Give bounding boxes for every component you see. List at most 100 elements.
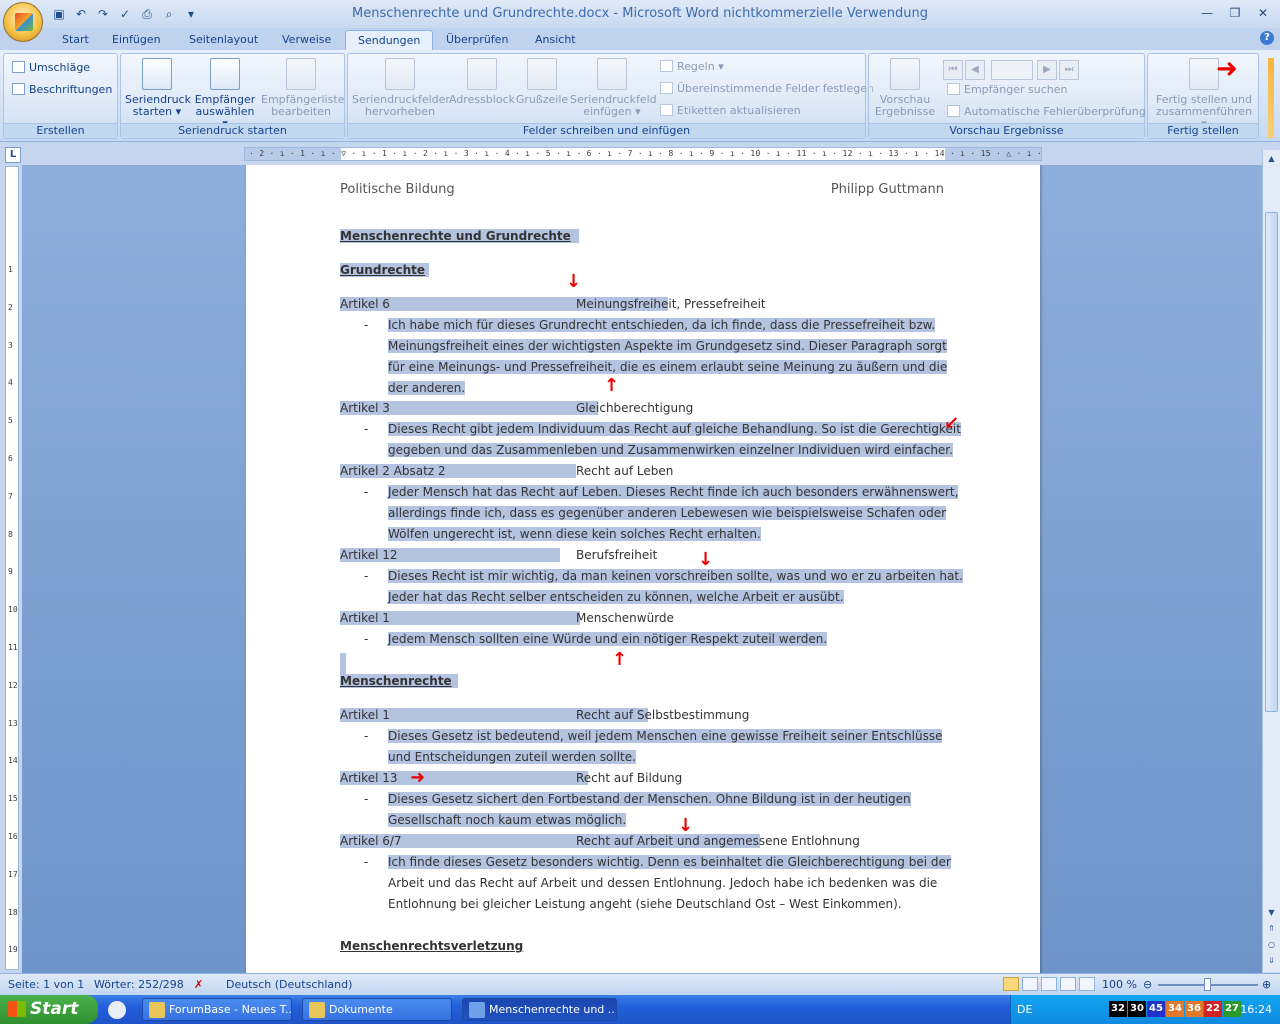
previous-record-button[interactable]: ◀ bbox=[965, 60, 985, 80]
zoom-slider-knob[interactable] bbox=[1204, 978, 1211, 991]
tab-ansicht[interactable]: Ansicht bbox=[523, 30, 588, 50]
fertig-stellen-button[interactable]: Fertig stellen und zusammenführen ▾ bbox=[1152, 58, 1256, 130]
zoom-in-icon[interactable]: ⊕ bbox=[1262, 978, 1271, 991]
zoom-level[interactable]: 100 % bbox=[1102, 978, 1137, 991]
article-heading: Artikel 6 Meinungsfreiheit, Pressefreihei… bbox=[340, 297, 766, 311]
last-record-button[interactable]: ⏭ bbox=[1059, 60, 1079, 80]
first-record-button[interactable]: ⏮ bbox=[943, 60, 963, 80]
vertical-ruler-mark: 1 bbox=[8, 265, 13, 274]
tray-counter[interactable]: 32 bbox=[1109, 1001, 1127, 1017]
insert-field-icon bbox=[597, 58, 627, 90]
taskbar-item-forumbase[interactable]: ForumBase - Neues T... bbox=[142, 998, 292, 1021]
zoom-out-icon[interactable]: ⊖ bbox=[1143, 978, 1152, 991]
vertical-ruler-mark: 4 bbox=[8, 378, 13, 388]
seriendruck-starten-button[interactable]: Seriendruck starten ▾ bbox=[125, 58, 191, 118]
page-count[interactable]: Seite: 1 von 1 bbox=[8, 978, 84, 991]
regeln-button[interactable]: Regeln ▾ bbox=[660, 58, 724, 76]
red-arrow-up-icon: ↑ bbox=[604, 375, 620, 396]
start-button[interactable]: Start bbox=[0, 995, 98, 1024]
seriendruckfeld-einfuegen-button[interactable]: Seriendruckfeld einfügen ▾ bbox=[570, 58, 657, 118]
taskbar-item-dokumente[interactable]: Dokumente bbox=[302, 998, 452, 1021]
fehlerpruefung-button[interactable]: Automatische Fehlerüberprüfung bbox=[947, 103, 1146, 121]
scrollbar-thumb[interactable] bbox=[1265, 212, 1278, 712]
etiketten-aktualisieren-button[interactable]: Etiketten aktualisieren bbox=[660, 102, 801, 120]
outline-view-button[interactable] bbox=[1060, 977, 1076, 991]
print-layout-view-button[interactable] bbox=[1003, 977, 1019, 991]
horizontal-ruler[interactable]: · 2 · ı · 1 · ı · ▽ · ı · 1 · ı · 2 · ı … bbox=[244, 147, 1042, 161]
group-erstellen: Umschläge Beschriftungen Erstellen bbox=[3, 53, 118, 139]
empfaenger-auswaehlen-button[interactable]: Empfänger auswählen ▾ bbox=[193, 58, 257, 130]
empfaenger-suchen-button[interactable]: Empfänger suchen bbox=[947, 81, 1067, 99]
tray-counter[interactable]: 22 bbox=[1204, 1001, 1222, 1017]
tray-counter[interactable]: 34 bbox=[1166, 1001, 1184, 1017]
word-count[interactable]: Wörter: 252/298 bbox=[94, 978, 184, 991]
article-topic: Meinungsfreiheit, Pressefreiheit bbox=[576, 297, 766, 311]
paragraph-line: Jeder hat das Recht selber entscheiden z… bbox=[388, 590, 844, 604]
adressblock-button[interactable]: Adressblock bbox=[448, 58, 516, 106]
vorschau-ergebnisse-button[interactable]: Vorschau Ergebnisse bbox=[873, 58, 937, 118]
paragraph-line: der anderen. bbox=[388, 381, 466, 395]
browser-icon bbox=[149, 1002, 165, 1018]
tab-ueberpruefen[interactable]: Überprüfen bbox=[434, 30, 520, 50]
article-number: Artikel 6/7 bbox=[340, 834, 402, 848]
next-record-button[interactable]: ▶ bbox=[1037, 60, 1057, 80]
paragraph-line: gegeben und das Zusammenleben und Zusamm… bbox=[388, 443, 953, 457]
scroll-up-icon[interactable]: ▲ bbox=[1265, 152, 1278, 165]
help-icon[interactable]: ? bbox=[1260, 31, 1274, 45]
group-label-erstellen: Erstellen bbox=[4, 123, 117, 138]
error-check-icon bbox=[947, 105, 960, 117]
tray-counter[interactable]: 45 bbox=[1147, 1001, 1165, 1017]
tray-counter[interactable]: 30 bbox=[1128, 1001, 1146, 1017]
paragraph-line: allerdings finde ich, dass es gegenüber … bbox=[388, 506, 947, 520]
minimize-button[interactable]: — bbox=[1194, 4, 1220, 22]
language-indicator[interactable]: DE bbox=[1017, 1003, 1032, 1016]
maximize-button[interactable]: ❐ bbox=[1222, 4, 1248, 22]
draft-view-button[interactable] bbox=[1079, 977, 1095, 991]
preview-icon bbox=[890, 58, 920, 90]
tray-counter[interactable]: 27 bbox=[1223, 1001, 1241, 1017]
bullet-dash: - bbox=[364, 855, 369, 869]
tab-seitenlayout[interactable]: Seitenlayout bbox=[177, 30, 270, 50]
office-button[interactable] bbox=[3, 2, 43, 42]
browse-object-icon[interactable]: ○ bbox=[1265, 938, 1278, 951]
felder-hervorheben-button[interactable]: Seriendruckfelder hervorheben bbox=[352, 58, 450, 118]
paragraph-line: und Entscheidungen zuteil werden sollte. bbox=[388, 750, 636, 764]
edit-list-icon bbox=[286, 58, 316, 90]
web-layout-view-button[interactable] bbox=[1041, 977, 1057, 991]
ie-quicklaunch-icon[interactable] bbox=[108, 1001, 126, 1019]
tab-verweise[interactable]: Verweise bbox=[270, 30, 343, 50]
article-topic: Recht auf Selbstbestimmung bbox=[576, 708, 750, 722]
empfaengerliste-bearbeiten-button[interactable]: Empfängerliste bearbeiten bbox=[261, 58, 344, 118]
bullet-dash: - bbox=[364, 569, 369, 583]
felder-festlegen-button[interactable]: Übereinstimmende Felder festlegen bbox=[660, 80, 874, 98]
paragraph-line: für eine Meinungs- und Pressefreiheit, d… bbox=[388, 360, 948, 374]
tab-start[interactable]: Start bbox=[50, 30, 101, 50]
next-page-icon[interactable]: ⇓ bbox=[1265, 954, 1278, 967]
vertical-ruler-mark: 6 bbox=[8, 454, 13, 463]
mail-merge-icon bbox=[142, 58, 172, 90]
document-title: Menschenrechte und Grundrechte bbox=[340, 229, 579, 243]
tab-selector-button[interactable]: L bbox=[5, 147, 21, 163]
vertical-scrollbar[interactable]: ▲ ▼ ⇑ ○ ⇓ bbox=[1262, 150, 1280, 972]
tab-sendungen[interactable]: Sendungen bbox=[345, 30, 434, 50]
language-status[interactable]: Deutsch (Deutschland) bbox=[226, 978, 352, 991]
beschriftungen-button[interactable]: Beschriftungen bbox=[12, 81, 112, 99]
tray-counter[interactable]: 36 bbox=[1185, 1001, 1203, 1017]
document-page[interactable]: Politische Bildung Philipp Guttmann Mens… bbox=[246, 165, 1040, 973]
umschlaege-button[interactable]: Umschläge bbox=[12, 59, 90, 77]
tab-einfuegen[interactable]: Einfügen bbox=[100, 30, 173, 50]
taskbar-item-word[interactable]: Menschenrechte und ... bbox=[462, 998, 617, 1021]
paragraph-line: Wölfen ungerecht ist, wenn diese kein so… bbox=[388, 527, 761, 541]
grusszeile-button[interactable]: Grußzeile bbox=[514, 58, 570, 106]
clock[interactable]: 16:24 bbox=[1240, 1003, 1272, 1016]
scroll-down-icon[interactable]: ▼ bbox=[1265, 906, 1278, 919]
article-heading: Artikel 12 Berufsfreiheit bbox=[340, 548, 657, 562]
group-fertig: Fertig stellen und zusammenführen ▾ Fert… bbox=[1147, 53, 1259, 139]
red-arrow-down-icon: ↓ bbox=[698, 549, 714, 570]
previous-page-icon[interactable]: ⇑ bbox=[1265, 922, 1278, 935]
full-screen-view-button[interactable] bbox=[1022, 977, 1038, 991]
proofing-icon[interactable]: ✗ bbox=[194, 978, 203, 991]
close-button[interactable]: ✕ bbox=[1250, 4, 1276, 22]
record-number-input[interactable] bbox=[991, 60, 1033, 80]
group-label-felder: Felder schreiben und einfügen bbox=[348, 123, 865, 138]
